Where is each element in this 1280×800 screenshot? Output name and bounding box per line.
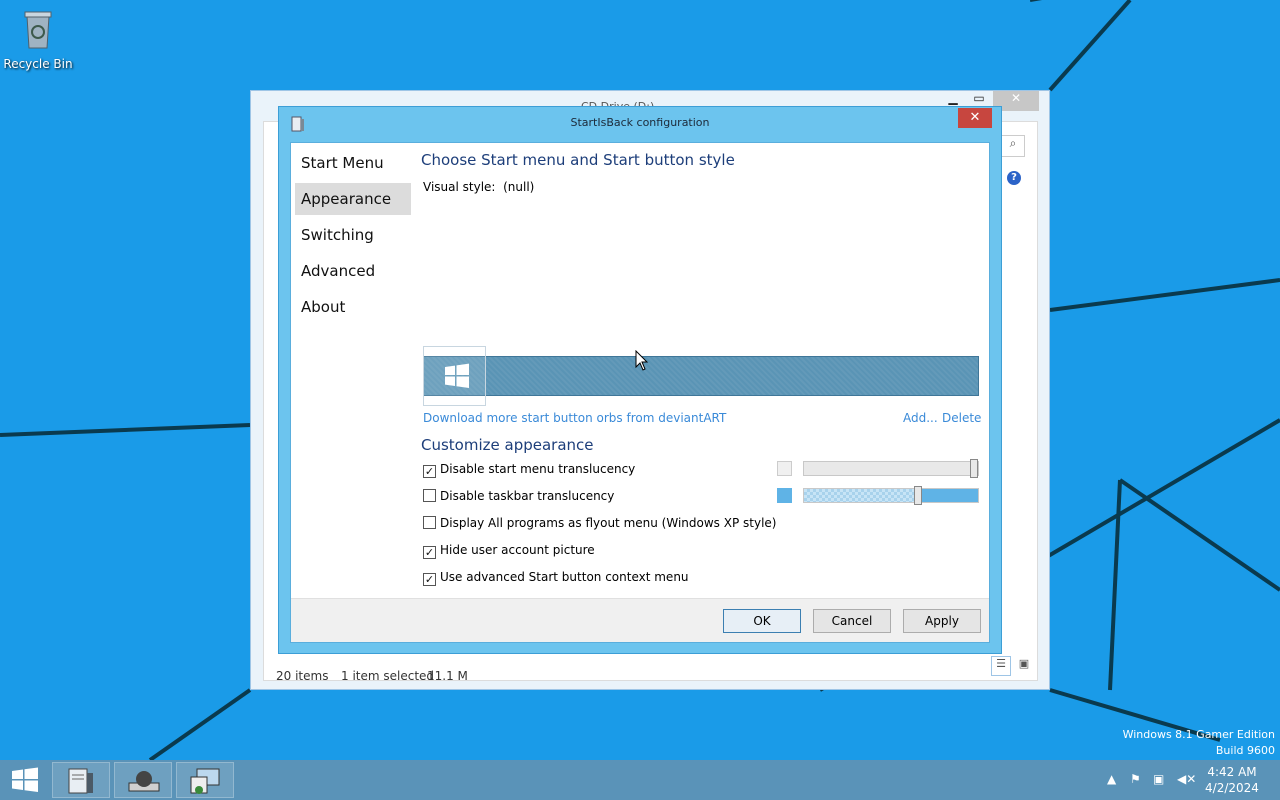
- taskbar-app-cd-drive[interactable]: [114, 762, 172, 798]
- status-item-count: 20 items: [276, 669, 329, 683]
- start-orb-strip[interactable]: [423, 356, 979, 396]
- checkbox-unchecked[interactable]: [423, 489, 436, 502]
- clock-time: 4:42 AM: [1207, 765, 1257, 779]
- recycle-bin-icon: [24, 11, 52, 49]
- start-menu-color-swatch[interactable]: [777, 461, 792, 476]
- status-selected: 1 item selected: [341, 669, 435, 683]
- large-icons-view-icon[interactable]: ▣: [1014, 656, 1034, 676]
- mouse-cursor-icon: [635, 350, 649, 371]
- taskbar: ▲ ⚑ ▣ ◀✕ 4:42 AM 4/2/2024: [0, 760, 1280, 800]
- add-orb-link[interactable]: Add...: [903, 411, 938, 425]
- status-size: 11.1 MB: [427, 669, 467, 683]
- recycle-bin-label: Recycle Bin: [3, 57, 73, 71]
- option-label: Hide user account picture: [440, 543, 595, 557]
- taskbar-color-swatch[interactable]: [777, 488, 792, 503]
- dialog-title: StartIsBack configuration: [570, 116, 710, 129]
- flag-icon[interactable]: ⚑: [1130, 772, 1141, 800]
- checkbox-checked[interactable]: ✓: [423, 573, 436, 586]
- option-flyout-all-programs[interactable]: Display All programs as flyout menu (Win…: [423, 516, 776, 532]
- option-advanced-context-menu[interactable]: ✓ Use advanced Start button context menu: [423, 570, 689, 586]
- taskbar-app-setup[interactable]: [176, 762, 234, 798]
- help-icon[interactable]: ?: [1007, 171, 1021, 185]
- appearance-panel: Choose Start menu and Start button style…: [421, 143, 981, 603]
- desktop-icon-recycle-bin[interactable]: Recycle Bin: [2, 8, 74, 71]
- explorer-statusbar: 20 items 1 item selected 11.1 MB: [251, 661, 1049, 689]
- dialog-footer: OK Cancel Apply: [291, 598, 989, 642]
- delete-orb-link[interactable]: Delete: [942, 411, 981, 425]
- option-label: Use advanced Start button context menu: [440, 570, 689, 584]
- taskbar-slider-thumb[interactable]: [914, 486, 922, 505]
- dialog-client-area: Start Menu Appearance Switching Advanced…: [290, 142, 990, 643]
- dialog-close-button[interactable]: ✕: [958, 108, 992, 128]
- checkbox-checked[interactable]: ✓: [423, 546, 436, 559]
- windows-logo-icon: [445, 363, 469, 388]
- show-hidden-icons[interactable]: ▲: [1107, 772, 1116, 800]
- checkbox-checked[interactable]: ✓: [423, 465, 436, 478]
- nav-item-appearance[interactable]: Appearance: [295, 183, 411, 215]
- option-hide-user-picture[interactable]: ✓ Hide user account picture: [423, 543, 595, 559]
- details-view-icon[interactable]: ☰: [991, 656, 1011, 676]
- windows-start-icon: [12, 767, 38, 792]
- option-disable-taskbar-translucency[interactable]: Disable taskbar translucency: [423, 489, 614, 505]
- start-menu-slider-thumb[interactable]: [970, 459, 978, 478]
- taskbar-opacity-slider[interactable]: [803, 486, 979, 505]
- visual-style-label: Visual style:: [423, 180, 496, 194]
- nav-item-about[interactable]: About: [295, 291, 411, 323]
- start-orb-selected[interactable]: [423, 346, 486, 406]
- startisback-dialog[interactable]: StartIsBack configuration ✕ Start Menu A…: [278, 106, 1002, 654]
- computer-setup-icon: [190, 768, 220, 794]
- search-icon[interactable]: ⌕: [1001, 135, 1025, 157]
- windows-watermark: Windows 8.1 Gamer Edition Build 9600: [1123, 727, 1275, 759]
- taskbar-app-startisback[interactable]: [52, 762, 110, 798]
- option-label: Disable taskbar translucency: [440, 489, 615, 503]
- speaker-muted-icon[interactable]: ◀✕: [1177, 772, 1196, 800]
- taskbar-clock[interactable]: 4:42 AM 4/2/2024: [1199, 764, 1265, 796]
- settings-nav: Start Menu Appearance Switching Advanced…: [295, 147, 411, 327]
- checkbox-unchecked[interactable]: [423, 516, 436, 529]
- cancel-button[interactable]: Cancel: [813, 609, 891, 633]
- option-label: Display All programs as flyout menu (Win…: [440, 516, 777, 530]
- startisback-app-icon: [68, 768, 93, 794]
- apply-button[interactable]: Apply: [903, 609, 981, 633]
- section-heading-style: Choose Start menu and Start button style: [421, 151, 735, 169]
- visual-style-value: (null): [503, 180, 535, 194]
- cd-drive-icon: [128, 771, 160, 792]
- watermark-edition: Windows 8.1 Gamer Edition: [1122, 728, 1275, 741]
- visual-style-row: Visual style: (null): [423, 180, 534, 194]
- nav-item-advanced[interactable]: Advanced: [295, 255, 411, 287]
- network-icon[interactable]: ▣: [1153, 772, 1164, 800]
- option-disable-start-menu-translucency[interactable]: ✓ Disable start menu translucency: [423, 462, 635, 478]
- nav-item-switching[interactable]: Switching: [295, 219, 411, 251]
- section-heading-customize: Customize appearance: [421, 436, 594, 454]
- option-label: Disable start menu translucency: [440, 462, 636, 476]
- clock-date: 4/2/2024: [1205, 781, 1259, 795]
- watermark-build: Build 9600: [1215, 744, 1275, 757]
- start-button[interactable]: [0, 762, 50, 798]
- nav-item-start-menu[interactable]: Start Menu: [295, 147, 411, 179]
- start-menu-opacity-slider[interactable]: [803, 459, 979, 478]
- ok-button[interactable]: OK: [723, 609, 801, 633]
- download-orbs-link[interactable]: Download more start button orbs from dev…: [423, 411, 726, 425]
